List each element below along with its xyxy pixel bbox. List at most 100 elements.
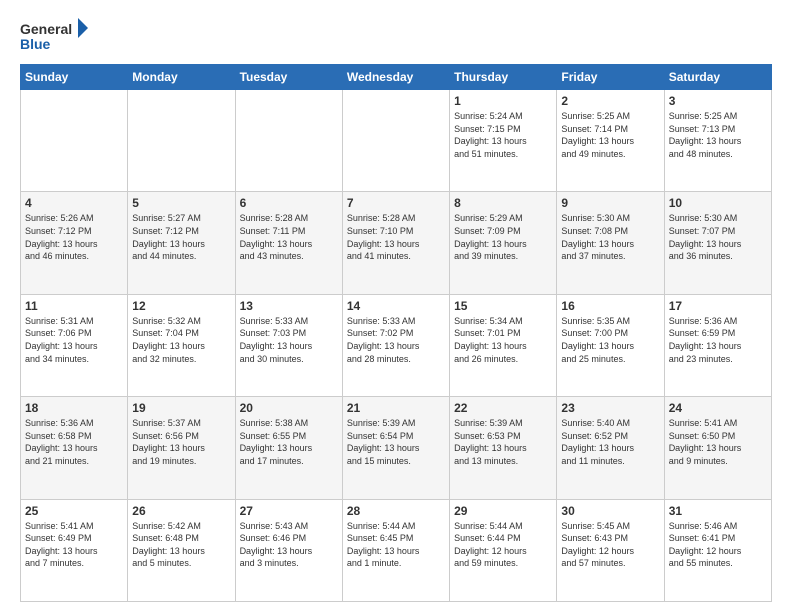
- day-number: 25: [25, 504, 123, 518]
- svg-text:General: General: [20, 21, 72, 37]
- day-number: 18: [25, 401, 123, 415]
- day-number: 6: [240, 196, 338, 210]
- svg-text:Blue: Blue: [20, 36, 51, 52]
- day-number: 20: [240, 401, 338, 415]
- day-info: Sunrise: 5:25 AM Sunset: 7:14 PM Dayligh…: [561, 110, 659, 160]
- week-row-4: 18 Sunrise: 5:36 AM Sunset: 6:58 PM Dayli…: [21, 397, 772, 499]
- day-cell-18: 18 Sunrise: 5:36 AM Sunset: 6:58 PM Dayli…: [21, 397, 128, 499]
- logo: General Blue: [20, 16, 90, 56]
- day-info: Sunrise: 5:28 AM Sunset: 7:10 PM Dayligh…: [347, 212, 445, 262]
- weekday-header-row: SundayMondayTuesdayWednesdayThursdayFrid…: [21, 65, 772, 90]
- day-cell-16: 16 Sunrise: 5:35 AM Sunset: 7:00 PM Dayli…: [557, 294, 664, 396]
- day-cell-27: 27 Sunrise: 5:43 AM Sunset: 6:46 PM Dayli…: [235, 499, 342, 601]
- day-info: Sunrise: 5:34 AM Sunset: 7:01 PM Dayligh…: [454, 315, 552, 365]
- day-info: Sunrise: 5:33 AM Sunset: 7:03 PM Dayligh…: [240, 315, 338, 365]
- day-number: 31: [669, 504, 767, 518]
- day-cell-19: 19Sunrise: 5:37 AM Sunset: 6:56 PM Dayli…: [128, 397, 235, 499]
- empty-cell: [128, 90, 235, 192]
- day-info: Sunrise: 5:41 AM Sunset: 6:50 PM Dayligh…: [669, 417, 767, 467]
- day-cell-23: 23 Sunrise: 5:40 AM Sunset: 6:52 PM Dayli…: [557, 397, 664, 499]
- day-cell-2: 2 Sunrise: 5:25 AM Sunset: 7:14 PM Daylig…: [557, 90, 664, 192]
- weekday-header-sunday: Sunday: [21, 65, 128, 90]
- day-cell-14: 14 Sunrise: 5:33 AM Sunset: 7:02 PM Dayli…: [342, 294, 449, 396]
- day-number: 3: [669, 94, 767, 108]
- day-cell-11: 11 Sunrise: 5:31 AM Sunset: 7:06 PM Dayli…: [21, 294, 128, 396]
- week-row-1: 1Sunrise: 5:24 AM Sunset: 7:15 PM Daylig…: [21, 90, 772, 192]
- day-info: Sunrise: 5:39 AM Sunset: 6:53 PM Dayligh…: [454, 417, 552, 467]
- day-number: 9: [561, 196, 659, 210]
- weekday-header-saturday: Saturday: [664, 65, 771, 90]
- calendar-page: General Blue SundayMondayTuesdayWednesda…: [0, 0, 792, 612]
- day-cell-15: 15 Sunrise: 5:34 AM Sunset: 7:01 PM Dayli…: [450, 294, 557, 396]
- weekday-header-tuesday: Tuesday: [235, 65, 342, 90]
- day-cell-7: 7Sunrise: 5:28 AM Sunset: 7:10 PM Daylig…: [342, 192, 449, 294]
- day-cell-3: 3Sunrise: 5:25 AM Sunset: 7:13 PM Daylig…: [664, 90, 771, 192]
- day-number: 29: [454, 504, 552, 518]
- day-info: Sunrise: 5:44 AM Sunset: 6:45 PM Dayligh…: [347, 520, 445, 570]
- day-info: Sunrise: 5:30 AM Sunset: 7:07 PM Dayligh…: [669, 212, 767, 262]
- day-info: Sunrise: 5:43 AM Sunset: 6:46 PM Dayligh…: [240, 520, 338, 570]
- day-info: Sunrise: 5:35 AM Sunset: 7:00 PM Dayligh…: [561, 315, 659, 365]
- day-cell-25: 25Sunrise: 5:41 AM Sunset: 6:49 PM Dayli…: [21, 499, 128, 601]
- day-info: Sunrise: 5:36 AM Sunset: 6:59 PM Dayligh…: [669, 315, 767, 365]
- calendar-table: SundayMondayTuesdayWednesdayThursdayFrid…: [20, 64, 772, 602]
- day-cell-8: 8 Sunrise: 5:29 AM Sunset: 7:09 PM Daylig…: [450, 192, 557, 294]
- header: General Blue: [20, 16, 772, 56]
- day-number: 12: [132, 299, 230, 313]
- day-info: Sunrise: 5:29 AM Sunset: 7:09 PM Dayligh…: [454, 212, 552, 262]
- weekday-header-monday: Monday: [128, 65, 235, 90]
- day-cell-1: 1Sunrise: 5:24 AM Sunset: 7:15 PM Daylig…: [450, 90, 557, 192]
- day-info: Sunrise: 5:31 AM Sunset: 7:06 PM Dayligh…: [25, 315, 123, 365]
- day-cell-4: 4 Sunrise: 5:26 AM Sunset: 7:12 PM Daylig…: [21, 192, 128, 294]
- day-number: 8: [454, 196, 552, 210]
- day-info: Sunrise: 5:39 AM Sunset: 6:54 PM Dayligh…: [347, 417, 445, 467]
- day-number: 21: [347, 401, 445, 415]
- day-cell-29: 29Sunrise: 5:44 AM Sunset: 6:44 PM Dayli…: [450, 499, 557, 601]
- day-cell-22: 22Sunrise: 5:39 AM Sunset: 6:53 PM Dayli…: [450, 397, 557, 499]
- day-number: 23: [561, 401, 659, 415]
- day-number: 24: [669, 401, 767, 415]
- day-info: Sunrise: 5:36 AM Sunset: 6:58 PM Dayligh…: [25, 417, 123, 467]
- day-number: 10: [669, 196, 767, 210]
- day-number: 27: [240, 504, 338, 518]
- day-info: Sunrise: 5:37 AM Sunset: 6:56 PM Dayligh…: [132, 417, 230, 467]
- day-info: Sunrise: 5:38 AM Sunset: 6:55 PM Dayligh…: [240, 417, 338, 467]
- week-row-3: 11 Sunrise: 5:31 AM Sunset: 7:06 PM Dayli…: [21, 294, 772, 396]
- empty-cell: [342, 90, 449, 192]
- day-cell-6: 6 Sunrise: 5:28 AM Sunset: 7:11 PM Daylig…: [235, 192, 342, 294]
- day-number: 5: [132, 196, 230, 210]
- day-info: Sunrise: 5:42 AM Sunset: 6:48 PM Dayligh…: [132, 520, 230, 570]
- week-row-2: 4 Sunrise: 5:26 AM Sunset: 7:12 PM Daylig…: [21, 192, 772, 294]
- day-cell-21: 21 Sunrise: 5:39 AM Sunset: 6:54 PM Dayli…: [342, 397, 449, 499]
- day-cell-10: 10 Sunrise: 5:30 AM Sunset: 7:07 PM Dayli…: [664, 192, 771, 294]
- day-info: Sunrise: 5:33 AM Sunset: 7:02 PM Dayligh…: [347, 315, 445, 365]
- day-info: Sunrise: 5:30 AM Sunset: 7:08 PM Dayligh…: [561, 212, 659, 262]
- day-info: Sunrise: 5:28 AM Sunset: 7:11 PM Dayligh…: [240, 212, 338, 262]
- day-cell-31: 31Sunrise: 5:46 AM Sunset: 6:41 PM Dayli…: [664, 499, 771, 601]
- day-cell-26: 26 Sunrise: 5:42 AM Sunset: 6:48 PM Dayli…: [128, 499, 235, 601]
- day-info: Sunrise: 5:45 AM Sunset: 6:43 PM Dayligh…: [561, 520, 659, 570]
- day-cell-13: 13 Sunrise: 5:33 AM Sunset: 7:03 PM Dayli…: [235, 294, 342, 396]
- day-number: 28: [347, 504, 445, 518]
- day-cell-28: 28 Sunrise: 5:44 AM Sunset: 6:45 PM Dayli…: [342, 499, 449, 601]
- day-cell-30: 30 Sunrise: 5:45 AM Sunset: 6:43 PM Dayli…: [557, 499, 664, 601]
- day-info: Sunrise: 5:26 AM Sunset: 7:12 PM Dayligh…: [25, 212, 123, 262]
- day-number: 1: [454, 94, 552, 108]
- day-number: 15: [454, 299, 552, 313]
- day-number: 13: [240, 299, 338, 313]
- day-number: 30: [561, 504, 659, 518]
- week-row-5: 25Sunrise: 5:41 AM Sunset: 6:49 PM Dayli…: [21, 499, 772, 601]
- day-info: Sunrise: 5:27 AM Sunset: 7:12 PM Dayligh…: [132, 212, 230, 262]
- empty-cell: [235, 90, 342, 192]
- day-number: 4: [25, 196, 123, 210]
- day-number: 26: [132, 504, 230, 518]
- day-number: 11: [25, 299, 123, 313]
- day-cell-24: 24 Sunrise: 5:41 AM Sunset: 6:50 PM Dayli…: [664, 397, 771, 499]
- day-info: Sunrise: 5:40 AM Sunset: 6:52 PM Dayligh…: [561, 417, 659, 467]
- weekday-header-friday: Friday: [557, 65, 664, 90]
- day-number: 14: [347, 299, 445, 313]
- day-number: 2: [561, 94, 659, 108]
- day-number: 17: [669, 299, 767, 313]
- day-cell-20: 20 Sunrise: 5:38 AM Sunset: 6:55 PM Dayli…: [235, 397, 342, 499]
- day-number: 16: [561, 299, 659, 313]
